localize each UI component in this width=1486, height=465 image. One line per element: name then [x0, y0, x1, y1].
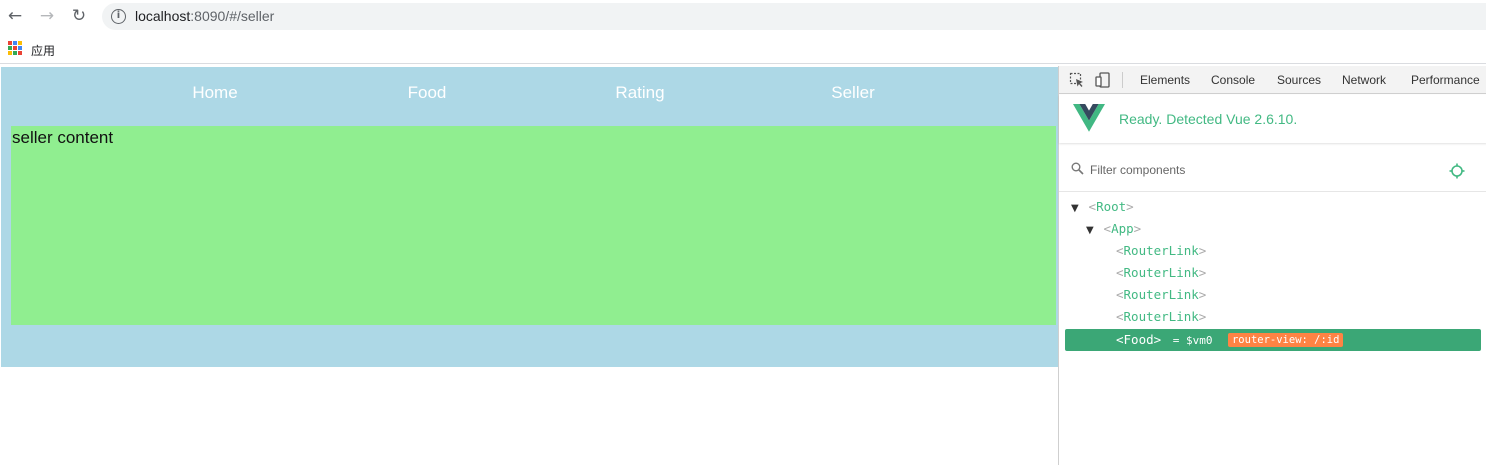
nav-link-home[interactable]: Home [155, 83, 275, 103]
component-name: RouterLink [1123, 243, 1199, 258]
search-icon [1071, 162, 1084, 175]
component-name: Root [1096, 199, 1127, 214]
tag-open-bracket: < [1103, 221, 1112, 236]
nav-link-rating[interactable]: Rating [580, 83, 700, 103]
content-text: seller content [12, 128, 114, 147]
select-component-target-icon[interactable] [1449, 163, 1465, 179]
component-name: RouterLink [1123, 309, 1199, 324]
tag-open-bracket: < [1116, 243, 1124, 258]
expand-toggle-icon[interactable]: ▼ [1071, 198, 1081, 220]
apps-grid-icon[interactable] [8, 41, 22, 55]
tree-node-routerlink[interactable]: <RouterLink> [1116, 240, 1206, 262]
filter-bar [1059, 150, 1486, 192]
address-bar[interactable]: i localhost:8090/#/seller [102, 3, 1486, 30]
tree-node-food-selected[interactable]: <Food> = $vm0 router-view: /:id [1065, 329, 1481, 351]
tag-close-bracket: > [1153, 332, 1162, 347]
browser-toolbar: ← → ↻ i localhost:8090/#/seller [0, 0, 1486, 34]
tag-close-bracket: > [1198, 287, 1207, 302]
tag-close-bracket: > [1133, 221, 1142, 236]
nav-link-seller[interactable]: Seller [793, 83, 913, 103]
forward-button[interactable]: → [36, 5, 58, 27]
url-host: localhost [135, 8, 191, 24]
tag-close-bracket: > [1198, 265, 1207, 280]
site-info-icon[interactable]: i [111, 9, 126, 24]
component-name: Food [1123, 332, 1154, 347]
vue-devtools-header: Ready. Detected Vue 2.6.10. [1059, 95, 1486, 143]
tab-console[interactable]: Console [1211, 73, 1255, 87]
apps-bookmark-label[interactable]: 应用 [31, 42, 55, 59]
url-path: :8090/#/seller [190, 8, 275, 24]
tree-node-routerlink[interactable]: <RouterLink> [1116, 306, 1206, 328]
tag-close-bracket: > [1198, 243, 1207, 258]
forward-arrow-icon: → [39, 6, 55, 26]
tag-open-bracket: < [1116, 332, 1124, 347]
reload-button[interactable]: ↻ [68, 5, 90, 27]
component-name: App [1111, 221, 1134, 236]
router-view-content: seller content [11, 126, 1056, 325]
nav-link-food[interactable]: Food [367, 83, 487, 103]
vue-logo-icon [1073, 104, 1105, 132]
bookmarks-bar: 应用 [0, 34, 1486, 64]
reload-icon: ↻ [71, 6, 87, 26]
tree-node-app[interactable]: ▼ <App> [1086, 218, 1141, 240]
url-text[interactable]: localhost:8090/#/seller [135, 8, 274, 24]
tree-node-root[interactable]: ▼ <Root> [1071, 196, 1134, 218]
tree-node-routerlink[interactable]: <RouterLink> [1116, 284, 1206, 306]
expand-toggle-icon[interactable]: ▼ [1086, 220, 1096, 242]
tag-open-bracket: < [1116, 287, 1124, 302]
tag-open-bracket: < [1116, 265, 1124, 280]
tag-open-bracket: < [1088, 199, 1097, 214]
vue-detected-status: Ready. Detected Vue 2.6.10. [1119, 111, 1298, 127]
tag-close-bracket: > [1126, 199, 1134, 214]
tab-sources[interactable]: Sources [1277, 73, 1321, 87]
app-container: Home Food Rating Seller seller content [1, 67, 1058, 367]
tag-close-bracket: > [1198, 309, 1207, 324]
back-arrow-icon: ← [7, 6, 23, 26]
tab-elements[interactable]: Elements [1140, 73, 1190, 87]
component-name: RouterLink [1123, 287, 1199, 302]
tab-performance[interactable]: Performance [1411, 73, 1480, 87]
tag-open-bracket: < [1116, 309, 1124, 324]
inspect-element-icon[interactable] [1069, 72, 1085, 88]
router-view-badge: router-view: /:id [1227, 333, 1344, 347]
page-viewport: Home Food Rating Seller seller content [0, 66, 1058, 465]
tab-network[interactable]: Network [1342, 73, 1386, 87]
filter-components-input[interactable] [1090, 160, 1430, 180]
back-button[interactable]: ← [4, 5, 26, 27]
tree-node-routerlink[interactable]: <RouterLink> [1116, 262, 1206, 284]
vm-reference: = $vm0 [1172, 334, 1213, 347]
app-nav: Home Food Rating Seller [1, 67, 1058, 117]
devtools-tabbar: Elements Console Sources Network Perform… [1059, 66, 1486, 94]
component-name: RouterLink [1123, 265, 1199, 280]
devtools-panel: Elements Console Sources Network Perform… [1058, 66, 1486, 465]
device-toolbar-icon[interactable] [1095, 72, 1111, 88]
toolbar-divider [1122, 72, 1123, 88]
